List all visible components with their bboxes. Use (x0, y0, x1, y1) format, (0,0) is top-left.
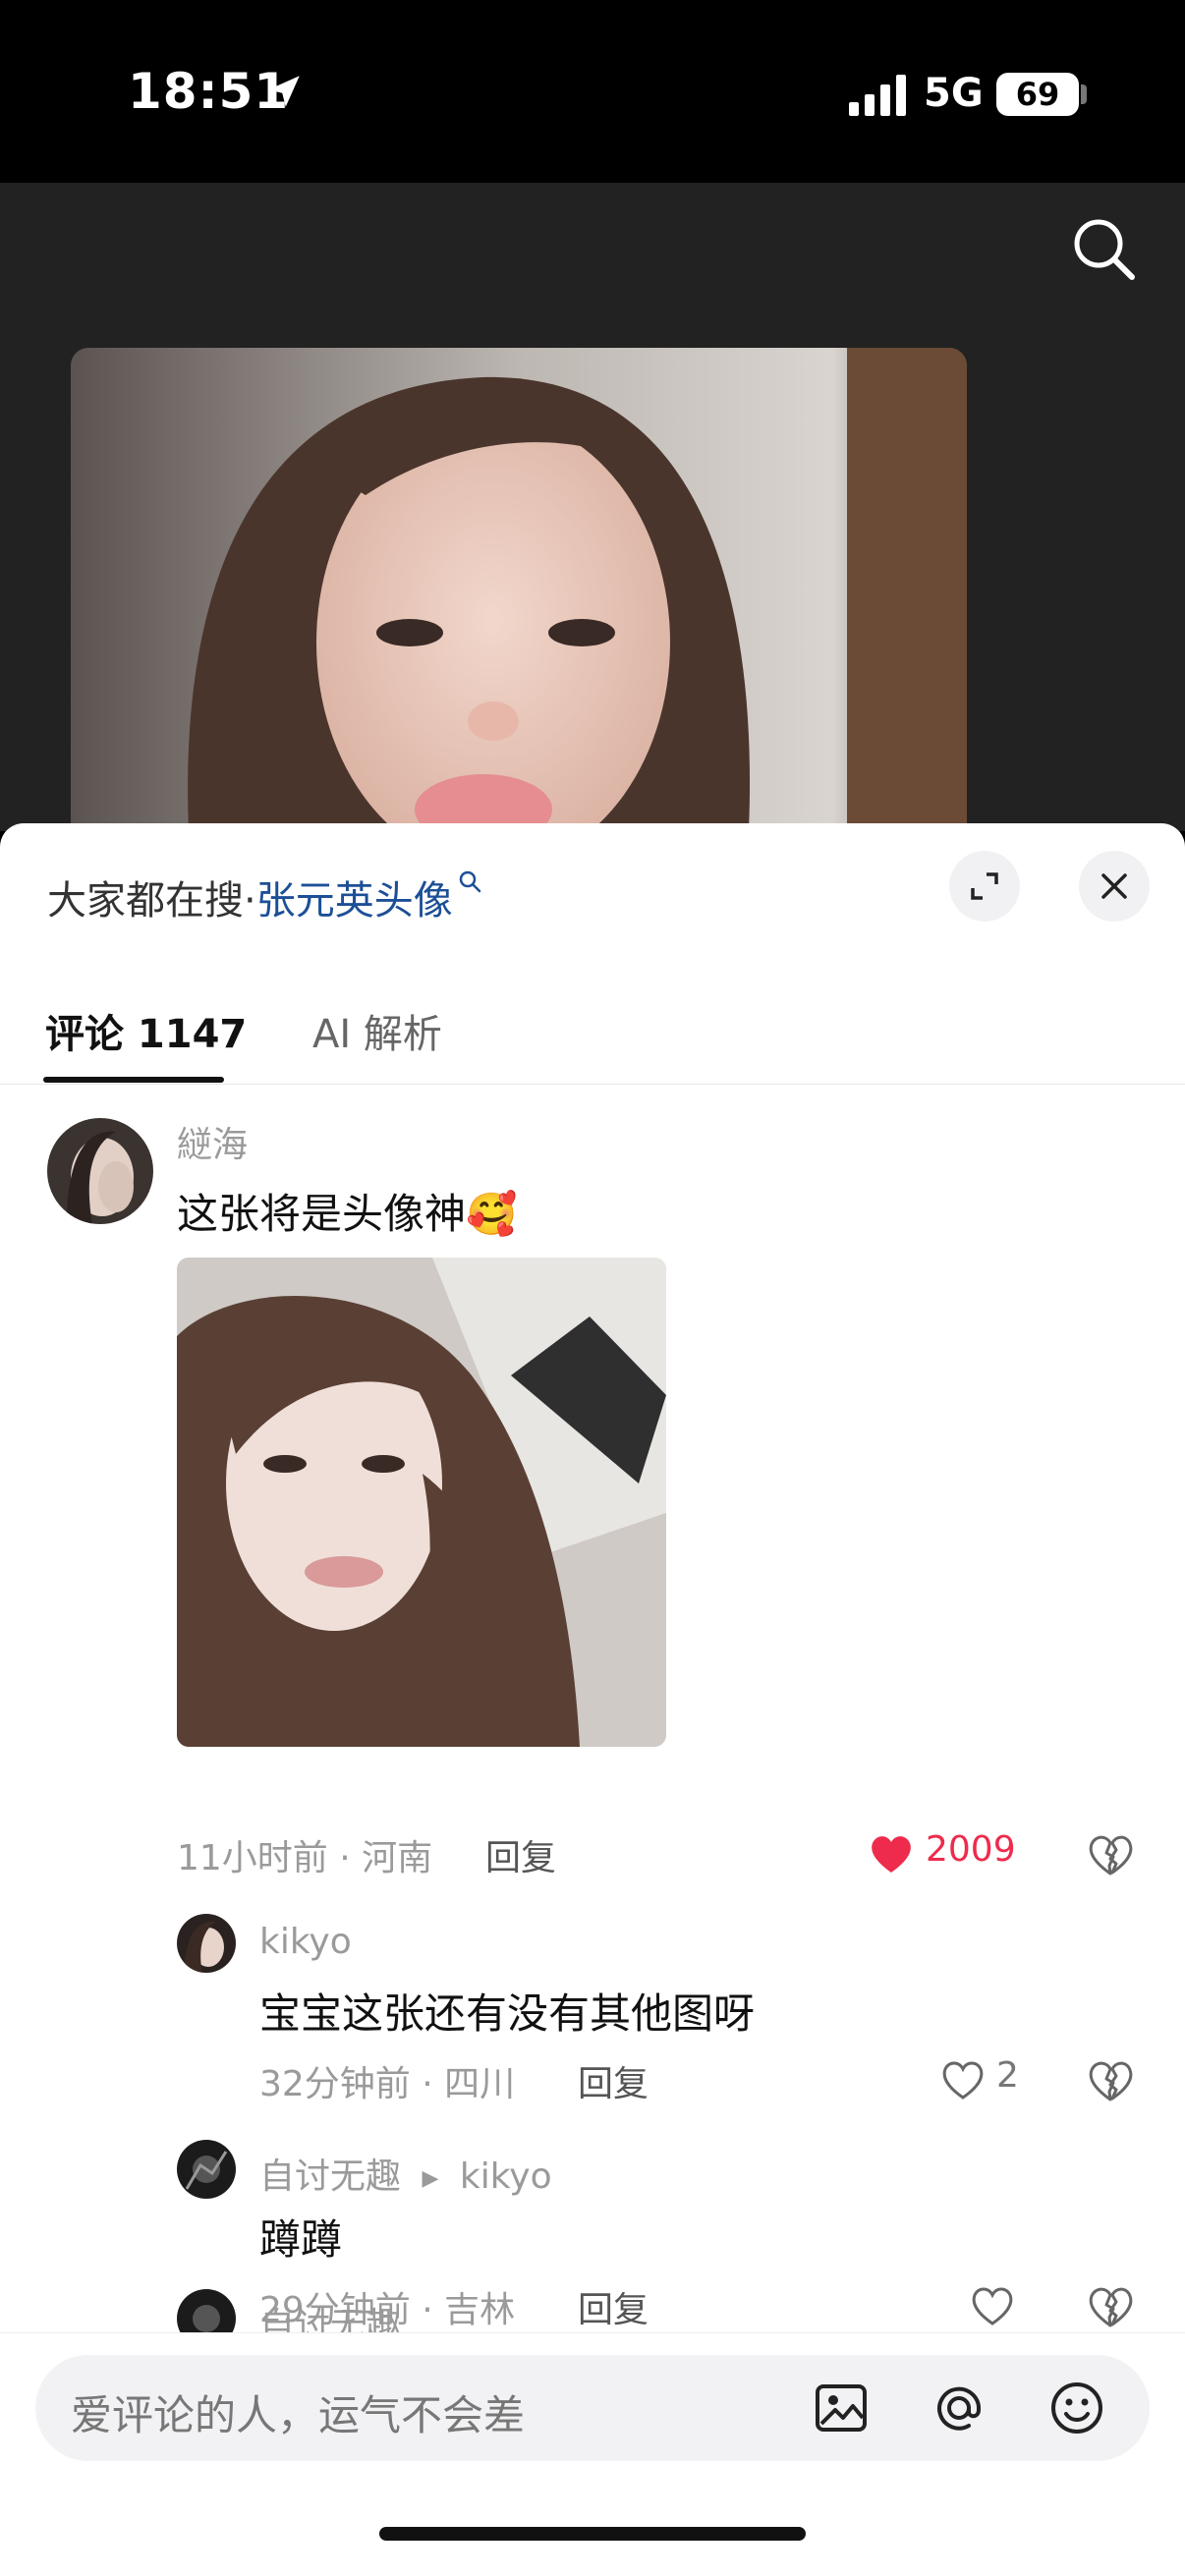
cellular-signal-icon (849, 75, 906, 116)
comment-meta: 32分钟前 · 四川 (259, 2064, 516, 2104)
portrait-photo (71, 348, 967, 831)
like-count: 2009 (926, 1829, 1016, 1870)
avatar-image (177, 1914, 236, 1973)
comment-username[interactable]: 自讨无趣 (259, 2156, 401, 2197)
battery-tip (1081, 84, 1087, 104)
avatar-image (47, 1118, 153, 1224)
emoji-icon[interactable] (1047, 2379, 1106, 2437)
comment-location: 吉林 (444, 2290, 516, 2330)
comment-input[interactable]: 爱评论的人，运气不会差 (35, 2355, 1150, 2461)
trending-separator: · (244, 878, 256, 924)
status-bar: 18:51 5G 69 (0, 0, 1185, 183)
comment-input-placeholder: 爱评论的人，运气不会差 (71, 2391, 526, 2439)
reply-to-username[interactable]: kikyo (460, 2156, 552, 2197)
tab-ai-analysis[interactable]: AI 解析 (312, 1002, 442, 1059)
active-tab-indicator (43, 1077, 224, 1083)
expand-button[interactable] (949, 851, 1020, 922)
close-icon (1101, 873, 1127, 899)
comment-text: 蹲蹲 (259, 2215, 343, 2264)
network-type: 5G (924, 71, 984, 116)
reply-button[interactable]: 回复 (485, 1829, 556, 1880)
location-arrow-icon (268, 76, 300, 107)
comment-meta: 11小时前 · 河南 (177, 1838, 433, 1878)
home-indicator[interactable] (379, 2527, 806, 2541)
reply-button[interactable]: 回复 (578, 2055, 649, 2106)
trending-search[interactable]: 大家都在搜·张元英头像 (47, 868, 482, 925)
comment-location: 四川 (444, 2064, 516, 2104)
expand-icon (971, 872, 998, 900)
image-icon[interactable] (812, 2379, 871, 2437)
comment-time: 32分钟前 (259, 2064, 411, 2104)
battery-indicator: 69 (996, 73, 1079, 116)
tab-comments[interactable]: 评论 1147 (45, 1002, 247, 1059)
trending-term[interactable]: 张元英头像 (256, 878, 453, 924)
trending-prefix: 大家都在搜 (47, 878, 244, 924)
reply-arrow-icon: ▶ (422, 2165, 439, 2191)
close-button[interactable] (1079, 851, 1150, 922)
comment-username[interactable]: kikyo (259, 1922, 352, 1962)
avatar[interactable] (177, 1914, 236, 1973)
comment-location: 河南 (362, 1838, 433, 1878)
comment-time: 11小时前 (177, 1838, 328, 1878)
broken-heart-icon[interactable] (1087, 1833, 1134, 1876)
search-icon (459, 870, 480, 893)
avatar[interactable] (177, 2140, 236, 2199)
broken-heart-icon[interactable] (1087, 2285, 1134, 2328)
search-icon[interactable] (1069, 214, 1138, 283)
video-frame[interactable] (71, 348, 967, 831)
heart-icon[interactable] (969, 2285, 1016, 2326)
heart-icon[interactable] (869, 1833, 914, 1875)
comment-photo (177, 1258, 666, 1747)
tab-bar: 评论 1147 AI 解析 (0, 980, 1185, 1085)
avatar[interactable] (47, 1118, 153, 1224)
reply-header: 自讨无趣 ▶ kikyo (259, 2148, 552, 2199)
reply-button[interactable]: 回复 (578, 2281, 649, 2332)
comment-image[interactable] (177, 1258, 666, 1747)
at-mention-icon[interactable] (930, 2379, 988, 2437)
comment-text: 这张将是头像神🥰 (177, 1190, 518, 1238)
like-count: 2 (996, 2055, 1019, 2096)
comment-text: 宝宝这张还有没有其他图呀 (259, 1989, 756, 2038)
heart-icon[interactable] (939, 2059, 987, 2100)
comment-sheet: 大家都在搜·张元英头像 评论 1147 AI 解析 縌海 这张将是头像神🥰 11… (0, 823, 1185, 2576)
broken-heart-icon[interactable] (1087, 2059, 1134, 2102)
comment-username[interactable]: 縌海 (177, 1116, 248, 1167)
avatar-image (177, 2140, 236, 2199)
